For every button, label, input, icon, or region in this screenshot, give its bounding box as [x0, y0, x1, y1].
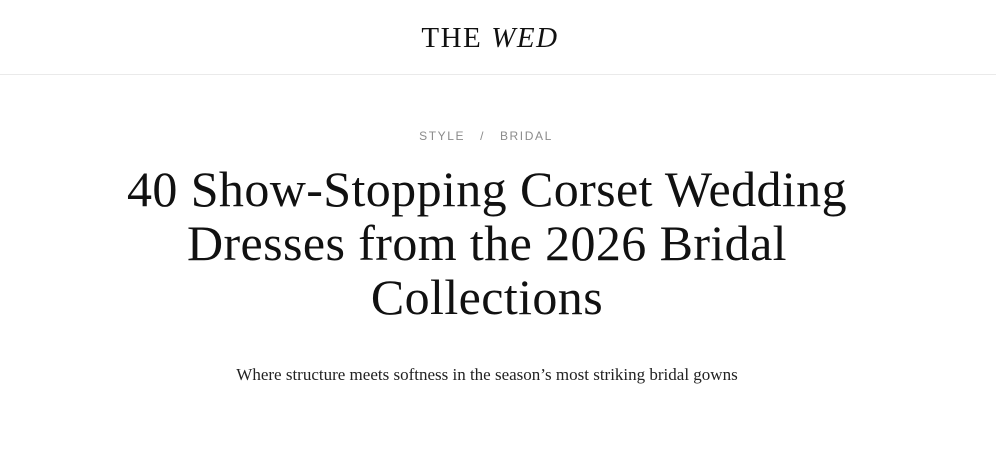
- breadcrumb: STYLE / BRIDAL: [0, 128, 972, 144]
- logo-word-wed: WED: [491, 22, 559, 54]
- article-title-line: 40 Show-Stopping Corset Wedding: [127, 161, 847, 217]
- site-logo[interactable]: THE WED: [0, 21, 980, 55]
- breadcrumb-link-style[interactable]: STYLE: [419, 129, 465, 143]
- breadcrumb-separator: /: [480, 129, 485, 143]
- article-title-line: Dresses from the 2026 Bridal: [187, 215, 787, 271]
- article-title-line: Collections: [370, 269, 604, 325]
- logo-word-the: THE: [421, 22, 483, 54]
- site-header: THE WED: [0, 0, 996, 75]
- breadcrumb-link-bridal[interactable]: BRIDAL: [500, 129, 553, 143]
- article-title: 40 Show-Stopping Corset Wedding Dresses …: [40, 162, 934, 324]
- article-subtitle: Where structure meets softness in the se…: [236, 365, 738, 384]
